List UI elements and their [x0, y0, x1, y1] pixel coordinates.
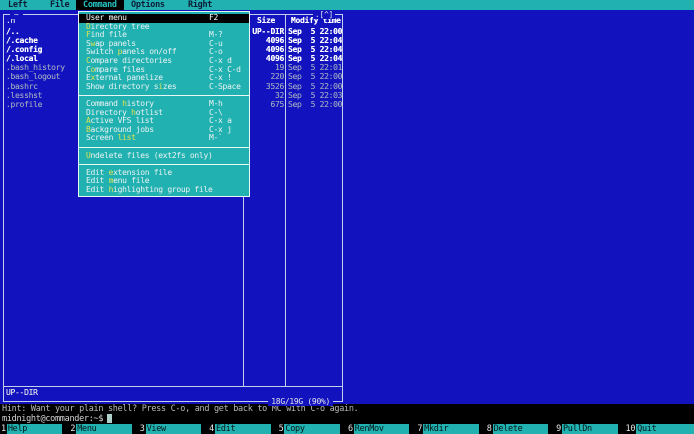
menubar-item-options[interactable]: Options — [131, 0, 165, 10]
fkey-number: 9 — [556, 424, 561, 434]
right-panel-mini-status: UP--DIR — [6, 388, 38, 397]
command-menu-dropdown: User menu F2 Directory tree Find file M-? Swa… — [78, 11, 250, 198]
file-mtime: Sep 5 22:01 — [288, 63, 343, 73]
mini-status-separator — [4, 386, 342, 387]
fkey-label: RenMov — [353, 424, 410, 434]
menu-item-shortcut: M-` — [209, 133, 223, 143]
file-name: /.cache — [6, 36, 38, 46]
fkey-label: PullDn — [561, 424, 618, 434]
file-mtime: Sep 5 22:04 — [288, 36, 343, 46]
right-panel-free-space: 18G/19G (90%) — [268, 397, 333, 406]
menu-item-text-post: ighlighting group file — [113, 184, 213, 194]
midnight-commander-screen: LeftFileCommandOptionsRight ~ .[^].nName… — [0, 0, 694, 434]
fkey-label: Menu — [76, 424, 132, 434]
fkey-8-delete[interactable]: 8 Delete — [486, 424, 555, 434]
menu-item-show-directory-sizes[interactable]: Show directory sizes C-Space — [79, 81, 249, 92]
shell-prompt: midnight@commander:~$ — [2, 414, 104, 424]
fkey-2-menu[interactable]: 2 Menu — [69, 424, 138, 434]
menu-item-text-post: ndelete files (ext2fs only) — [90, 150, 213, 160]
menu-item-text-pre: Show directory s — [86, 81, 159, 91]
fkey-label: View — [145, 424, 202, 434]
column-header-size[interactable]: Size — [244, 16, 288, 25]
right-panel-path[interactable]: ~ — [10, 10, 23, 19]
file-mtime: Sep 5 22:00 — [288, 99, 343, 109]
menubar-item-left[interactable]: Left — [8, 0, 28, 10]
menu-item-shortcut: F2 — [209, 13, 219, 22]
fkey-number: 2 — [70, 424, 76, 434]
text-cursor — [107, 414, 113, 423]
menu-item-edit-highlighting-group-file[interactable]: Edit highlighting group file — [79, 184, 249, 195]
file-mtime: Sep 5 22:03 — [288, 90, 343, 100]
file-name: .lesshst — [6, 90, 43, 100]
menu-item-text-post: zes — [162, 81, 177, 91]
fkey-5-copy[interactable]: 5 Copy — [278, 424, 347, 434]
file-name: /.local — [6, 54, 38, 64]
menu-item-hotkey-letter: list — [117, 133, 136, 143]
fkey-label: Delete — [492, 424, 549, 434]
fkey-4-edit[interactable]: 4 Edit — [208, 424, 277, 434]
menubar-item-command[interactable]: Command — [76, 0, 124, 10]
file-name: /.config — [6, 45, 43, 55]
file-mtime: Sep 5 22:00 — [288, 27, 343, 36]
fkey-number: 1 — [1, 424, 6, 434]
fkey-number: 6 — [347, 424, 353, 434]
file-mtime: Sep 5 22:04 — [288, 54, 343, 64]
file-name: .bash_history — [6, 63, 65, 73]
hint-line: Hint: Want your plain shell? Press C-o, … — [0, 404, 694, 414]
fkey-number: 5 — [278, 424, 284, 434]
fkey-9-pulldn[interactable]: 9 PullDn — [555, 424, 624, 434]
file-mtime: Sep 5 22:00 — [288, 72, 343, 82]
fkey-label: Quit — [636, 424, 694, 434]
file-name: .profile — [6, 99, 43, 109]
menubar-item-file[interactable]: File — [50, 0, 70, 10]
menu-item-text-pre: Screen — [86, 133, 118, 143]
fkey-label: Edit — [215, 424, 271, 434]
menu-item-text-pre: Edit — [86, 184, 109, 194]
menu-item-shortcut: C-Space — [209, 81, 241, 91]
fkey-3-view[interactable]: 3 View — [139, 424, 208, 434]
shell-prompt-line[interactable]: midnight@commander:~$ — [0, 414, 694, 424]
file-mtime: Sep 5 22:00 — [288, 81, 343, 91]
fkey-number: 7 — [417, 424, 423, 434]
fkey-number: 8 — [486, 424, 492, 434]
fkey-6-renmov[interactable]: 6 RenMov — [347, 424, 416, 434]
fkey-1-help[interactable]: 1 Help — [0, 424, 69, 434]
fkey-label: Help — [6, 424, 63, 434]
fkey-7-mkdir[interactable]: 7 Mkdir — [416, 424, 485, 434]
fkey-10-quit[interactable]: 10 Quit — [625, 424, 694, 434]
fkey-number: 3 — [139, 424, 145, 434]
file-name: .bash_logout — [6, 72, 61, 82]
menu-item-undelete-files-ext2fs-only[interactable]: Undelete files (ext2fs only) — [79, 150, 249, 161]
file-mtime: Sep 5 22:04 — [288, 45, 343, 55]
menubar-item-right[interactable]: Right — [188, 0, 212, 10]
menu-bar: Left File Command Options Right — [0, 0, 694, 10]
fkey-label: Mkdir — [423, 424, 479, 434]
fkey-number: 10 — [625, 424, 636, 434]
function-key-bar: 1 Help 2 Menu 3 View 4 Edit 5 Copy 6 RenMov 7 Mkdir 8 D… — [0, 424, 694, 434]
right-panel-corner-buttons[interactable]: .[^] — [312, 10, 335, 19]
menu-item-screen-list[interactable]: Screen list M-` — [79, 134, 249, 143]
fkey-label: Copy — [284, 424, 340, 434]
file-name: /.. — [6, 27, 20, 36]
fkey-number: 4 — [209, 424, 214, 434]
file-name: .bashrc — [6, 81, 38, 91]
